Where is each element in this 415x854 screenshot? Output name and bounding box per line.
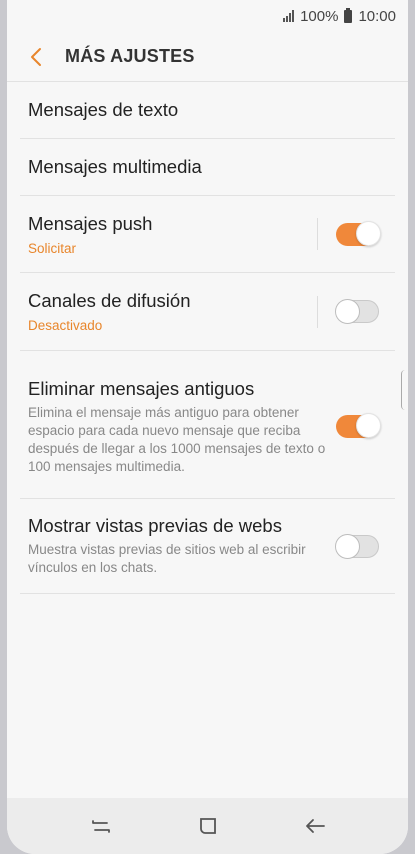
signal-icon	[283, 10, 295, 22]
setting-title: Eliminar mensajes antiguos	[28, 377, 255, 399]
setting-title: Mensajes de texto	[28, 99, 179, 120]
setting-text-messages[interactable]: Mensajes de texto	[20, 82, 395, 139]
vertical-divider	[317, 218, 318, 250]
setting-title: Canales de difusión	[28, 290, 191, 311]
back-icon[interactable]	[295, 806, 335, 846]
edge-panel-handle[interactable]	[401, 370, 408, 410]
setting-title: Mostrar vistas previas de webs	[28, 515, 282, 536]
broadcast-channels-toggle[interactable]	[335, 299, 379, 324]
setting-subtitle: Desactivado	[28, 318, 103, 333]
setting-description: Muestra vistas previas de sitios web al …	[28, 542, 306, 575]
setting-title: Mensajes multimedia	[28, 156, 202, 177]
vertical-divider	[317, 295, 318, 328]
push-messages-toggle[interactable]	[336, 220, 381, 246]
delete-old-messages-toggle[interactable]	[336, 413, 381, 438]
setting-title: Mensajes push	[28, 212, 153, 234]
battery-icon	[344, 7, 353, 23]
setting-subtitle: Solicitar	[28, 240, 77, 256]
home-icon[interactable]	[188, 806, 228, 846]
setting-multimedia-messages[interactable]: Mensajes multimedia	[20, 139, 395, 196]
web-previews-toggle[interactable]	[335, 533, 379, 559]
clock: 10:00	[358, 7, 396, 25]
navigation-bar	[7, 798, 408, 854]
battery-percent: 100%	[300, 7, 339, 25]
recent-apps-icon[interactable]	[81, 806, 121, 846]
setting-web-previews[interactable]: Mostrar vistas previas de webs Muestra v…	[20, 499, 395, 594]
setting-push-messages[interactable]: Mensajes push Solicitar	[20, 196, 395, 273]
screen: 100% 10:00 MÁS AJUSTES Mensajes de texto…	[7, 0, 408, 854]
setting-delete-old-messages[interactable]: Eliminar mensajes antiguos Elimina el me…	[20, 351, 395, 499]
status-bar: 100% 10:00	[7, 0, 408, 32]
page-title: MÁS AJUSTES	[65, 46, 195, 66]
chevron-left-icon[interactable]	[23, 44, 49, 70]
setting-broadcast-channels[interactable]: Canales de difusión Desactivado	[20, 273, 395, 351]
settings-list: Mensajes de texto Mensajes multimedia Me…	[7, 82, 408, 594]
header: MÁS AJUSTES	[7, 32, 408, 82]
setting-description: Elimina el mensaje más antiguo para obte…	[28, 404, 326, 474]
